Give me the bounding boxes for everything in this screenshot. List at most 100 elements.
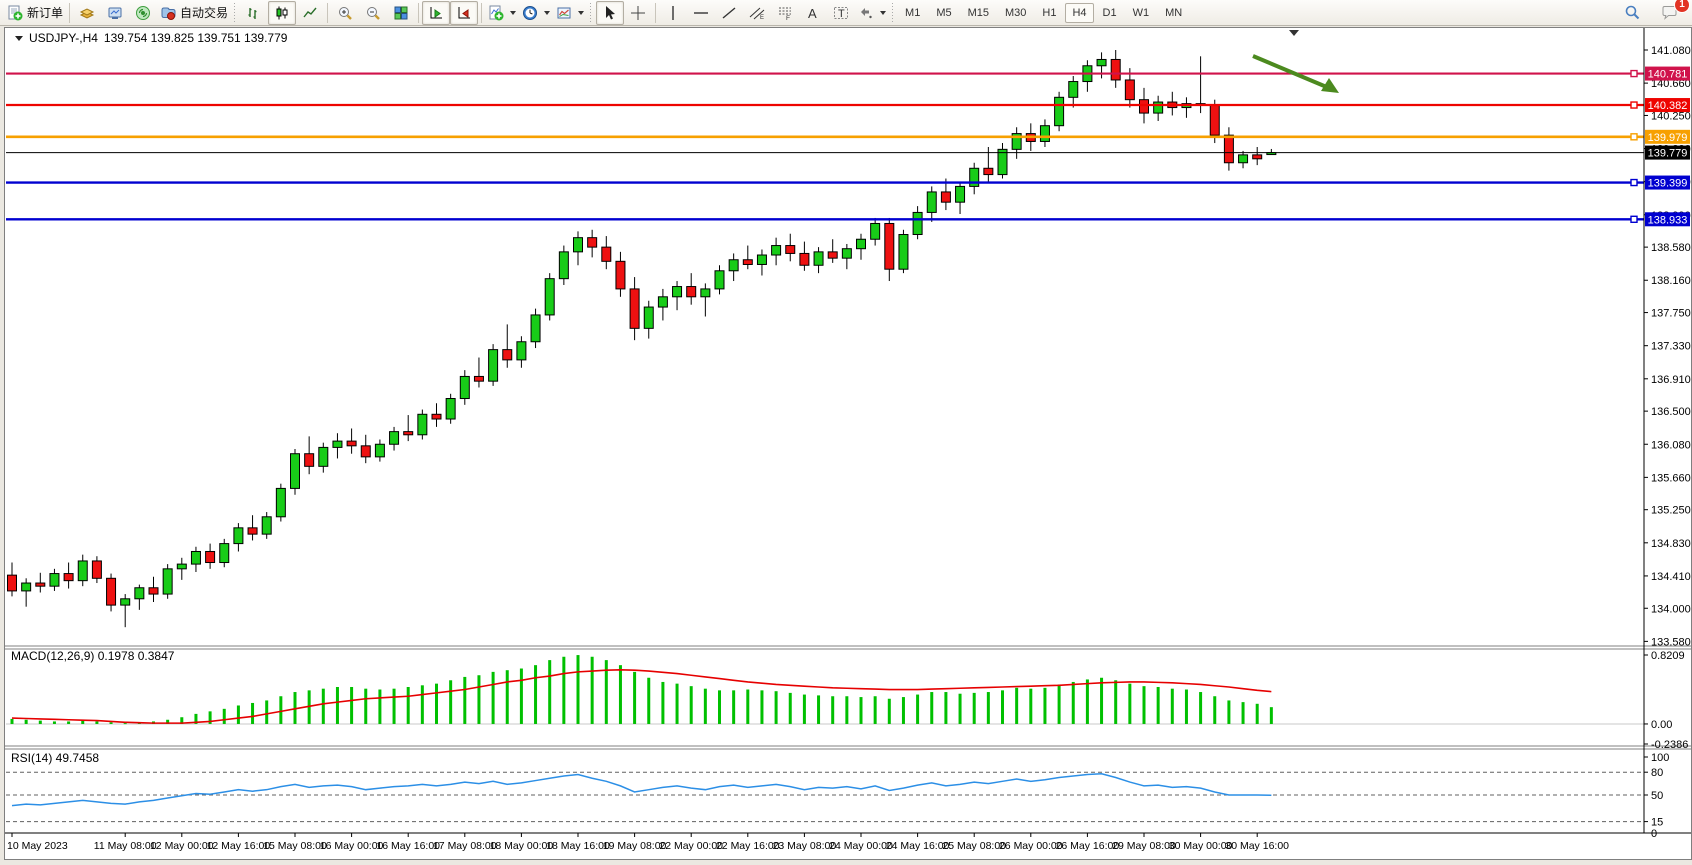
timeframe-h4[interactable]: H4: [1065, 3, 1093, 23]
svg-text:136.910: 136.910: [1651, 374, 1691, 386]
caret-icon: [544, 11, 550, 15]
bar-chart-button[interactable]: [240, 1, 268, 25]
svg-text:137.330: 137.330: [1651, 341, 1691, 353]
svg-text:136.500: 136.500: [1651, 406, 1691, 418]
cursor-icon: [602, 5, 618, 21]
autotrading-label: 自动交易: [180, 4, 228, 21]
time-axis: 10 May 202311 May 08:0012 May 00:0012 Ma…: [7, 833, 1289, 852]
market-depth-button[interactable]: [73, 1, 101, 25]
timeframe-d1[interactable]: D1: [1096, 3, 1124, 23]
price-badges[interactable]: 140.781140.382139.979139.779139.399138.9…: [1645, 67, 1690, 227]
svg-text:140.781: 140.781: [1648, 69, 1688, 81]
new-order-button[interactable]: 新订单: [4, 1, 66, 25]
svg-text:29 May 08:00: 29 May 08:00: [1112, 840, 1176, 852]
periods-button[interactable]: [519, 1, 553, 25]
data-window-button[interactable]: [101, 1, 129, 25]
svg-text:A: A: [808, 6, 817, 21]
macd-scale: 0.82090.00-0.2386: [1644, 650, 1688, 751]
separator: [655, 3, 656, 23]
indicators-button[interactable]: [485, 1, 519, 25]
toolbar-right: 1: [1618, 1, 1684, 25]
equidistant-channel-button[interactable]: E: [743, 1, 771, 25]
candlestick-chart-button[interactable]: [268, 1, 296, 25]
chart-shift-button[interactable]: [450, 1, 478, 25]
zoom-in-icon: [337, 5, 353, 21]
svg-text:30 May 00:00: 30 May 00:00: [1169, 840, 1233, 852]
text-label-icon: T: [833, 5, 849, 21]
svg-text:140.382: 140.382: [1648, 100, 1688, 112]
timeframe-m5[interactable]: M5: [929, 3, 958, 23]
auto-scroll-icon: [428, 5, 444, 21]
toolbar-grip: [890, 3, 895, 23]
zoom-in-button[interactable]: [331, 1, 359, 25]
chart-menu-icon[interactable]: [15, 36, 23, 41]
rsi-pane: [6, 772, 1644, 821]
indicators-icon: [488, 5, 504, 21]
text-label-button[interactable]: T: [827, 1, 855, 25]
ohlc-bars-icon: [246, 5, 262, 21]
notifications-button[interactable]: 1: [1656, 1, 1684, 25]
svg-text:139.399: 139.399: [1648, 178, 1688, 190]
auto-scroll-button[interactable]: [422, 1, 450, 25]
search-button[interactable]: [1618, 1, 1646, 25]
separator: [418, 3, 419, 23]
new-order-label: 新订单: [27, 4, 63, 21]
chart-canvas[interactable]: 141.080140.660140.250139.830139.410138.9…: [5, 28, 1691, 859]
trading-terminal: 新订单 自动交易: [0, 0, 1692, 865]
svg-text:19 May 08:00: 19 May 08:00: [603, 840, 667, 852]
search-icon: [1624, 4, 1641, 21]
templates-button[interactable]: [553, 1, 587, 25]
caret-icon: [510, 11, 516, 15]
crosshair-button[interactable]: [624, 1, 652, 25]
autotrading-button[interactable]: 自动交易: [157, 1, 231, 25]
svg-text:15 May 08:00: 15 May 08:00: [263, 840, 327, 852]
fibonacci-button[interactable]: F: [771, 1, 799, 25]
timeframe-m1[interactable]: M1: [898, 3, 927, 23]
svg-text:0.00: 0.00: [1651, 719, 1672, 731]
timeframe-w1[interactable]: W1: [1126, 3, 1157, 23]
arrows-button[interactable]: [855, 1, 889, 25]
signal-icon: [135, 5, 151, 21]
macd-label: MACD(12,26,9) 0.1978 0.3847: [11, 649, 174, 663]
timeframe-h1[interactable]: H1: [1035, 3, 1063, 23]
svg-text:138.580: 138.580: [1651, 242, 1691, 254]
timeframe-m15[interactable]: M15: [961, 3, 996, 23]
text-button[interactable]: A: [799, 1, 827, 25]
svg-text:24 May 16:00: 24 May 16:00: [886, 840, 950, 852]
svg-text:0: 0: [1651, 828, 1657, 840]
svg-text:22 May 00:00: 22 May 00:00: [659, 840, 723, 852]
svg-text:23 May 08:00: 23 May 08:00: [773, 840, 837, 852]
svg-text:134.830: 134.830: [1651, 538, 1691, 550]
vertical-line-button[interactable]: [659, 1, 687, 25]
timeframe-group: M1M5M15M30H1H4D1W1MN: [898, 3, 1189, 23]
svg-text:16 May 00:00: 16 May 00:00: [320, 840, 384, 852]
svg-text:133.580: 133.580: [1651, 636, 1691, 648]
trendline-button[interactable]: [715, 1, 743, 25]
svg-text:138.933: 138.933: [1648, 214, 1688, 226]
svg-text:E: E: [760, 15, 764, 21]
chart-window[interactable]: USDJPY-,H4 139.754 139.825 139.751 139.7…: [4, 27, 1692, 860]
candlestick-icon: [274, 5, 290, 21]
horizontal-line-button[interactable]: [687, 1, 715, 25]
timeframe-m30[interactable]: M30: [998, 3, 1033, 23]
toolbar-grip: [588, 3, 593, 23]
svg-text:139.779: 139.779: [1648, 148, 1688, 160]
zoom-out-button[interactable]: [359, 1, 387, 25]
cursor-button[interactable]: [596, 1, 624, 25]
svg-text:80: 80: [1651, 767, 1663, 779]
level-lines[interactable]: [6, 71, 1644, 223]
svg-text:100: 100: [1651, 752, 1669, 764]
timeframe-mn[interactable]: MN: [1158, 3, 1189, 23]
svg-text:24 May 00:00: 24 May 00:00: [829, 840, 893, 852]
chart-shift-marker[interactable]: [1289, 30, 1299, 36]
notification-badge: 1: [1674, 0, 1690, 13]
rsi-label: RSI(14) 49.7458: [11, 751, 99, 765]
signals-button[interactable]: [129, 1, 157, 25]
svg-text:-0.2386: -0.2386: [1651, 739, 1688, 751]
svg-text:138.160: 138.160: [1651, 275, 1691, 287]
svg-text:141.080: 141.080: [1651, 45, 1691, 57]
svg-text:11 May 08:00: 11 May 08:00: [94, 840, 157, 852]
tile-windows-button[interactable]: [387, 1, 415, 25]
line-chart-button[interactable]: [296, 1, 324, 25]
line-chart-icon: [302, 5, 318, 21]
